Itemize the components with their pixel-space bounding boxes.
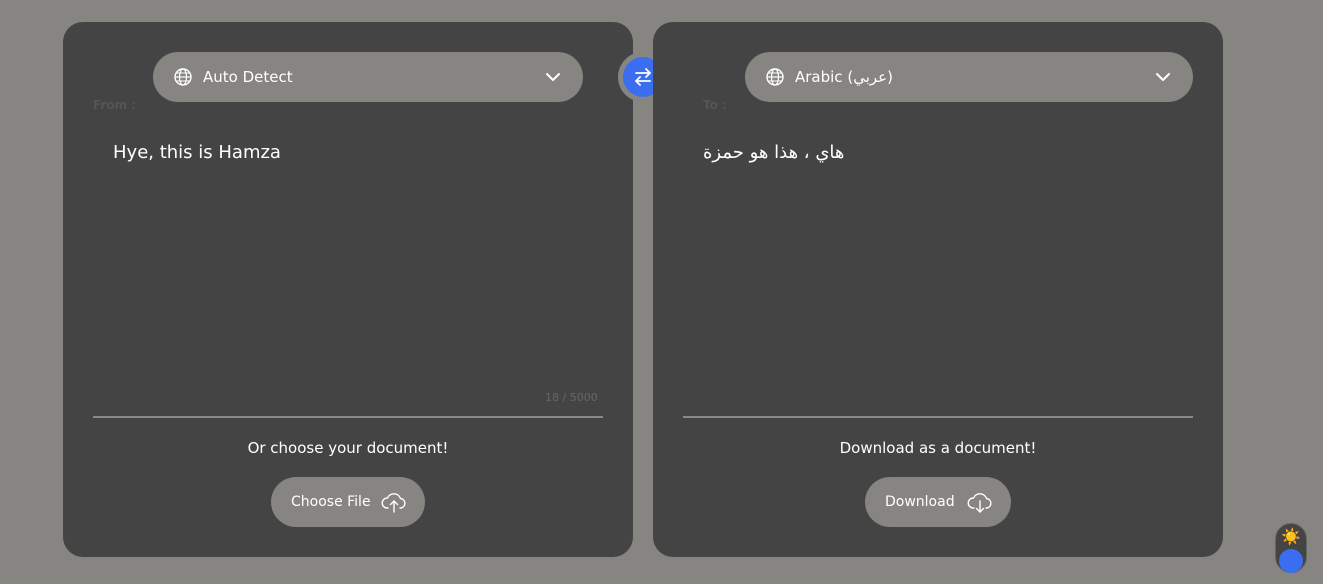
globe-icon bbox=[766, 68, 784, 86]
download-button[interactable]: Download bbox=[865, 477, 1011, 527]
cloud-upload-icon bbox=[381, 493, 406, 513]
cloud-download-icon bbox=[967, 493, 992, 513]
download-label: Download bbox=[885, 494, 955, 510]
chevron-down-icon bbox=[546, 73, 560, 81]
translated-text: هاي ، هذا هو حمزة bbox=[703, 142, 845, 163]
from-label: From : bbox=[93, 98, 137, 112]
target-language-select[interactable]: Arabic (عربي) bbox=[745, 52, 1193, 102]
target-language-label: Arabic (عربي) bbox=[795, 68, 893, 86]
choose-file-button[interactable]: Choose File bbox=[271, 477, 425, 527]
to-label: To : bbox=[703, 98, 727, 112]
download-document-caption: Download as a document! bbox=[839, 439, 1037, 457]
source-language-label: Auto Detect bbox=[203, 68, 293, 86]
globe-icon bbox=[174, 68, 192, 86]
character-counter: 18 / 5000 bbox=[545, 391, 598, 404]
target-divider bbox=[683, 416, 1193, 418]
theme-toggle[interactable]: ☀️ bbox=[1275, 523, 1307, 573]
source-divider bbox=[93, 416, 603, 418]
target-panel: To : Arabic (عربي) هاي ، هذا هو حمزة Dow… bbox=[653, 22, 1223, 557]
choose-document-caption: Or choose your document! bbox=[247, 439, 449, 457]
chevron-down-icon bbox=[1156, 73, 1170, 81]
source-language-select[interactable]: Auto Detect bbox=[153, 52, 583, 102]
choose-file-label: Choose File bbox=[291, 494, 371, 510]
source-panel: From : Auto Detect Hye, this is Hamza 18… bbox=[63, 22, 633, 557]
source-text-input[interactable]: Hye, this is Hamza bbox=[113, 142, 281, 163]
toggle-knob bbox=[1279, 549, 1303, 573]
sun-icon: ☀️ bbox=[1281, 527, 1301, 546]
